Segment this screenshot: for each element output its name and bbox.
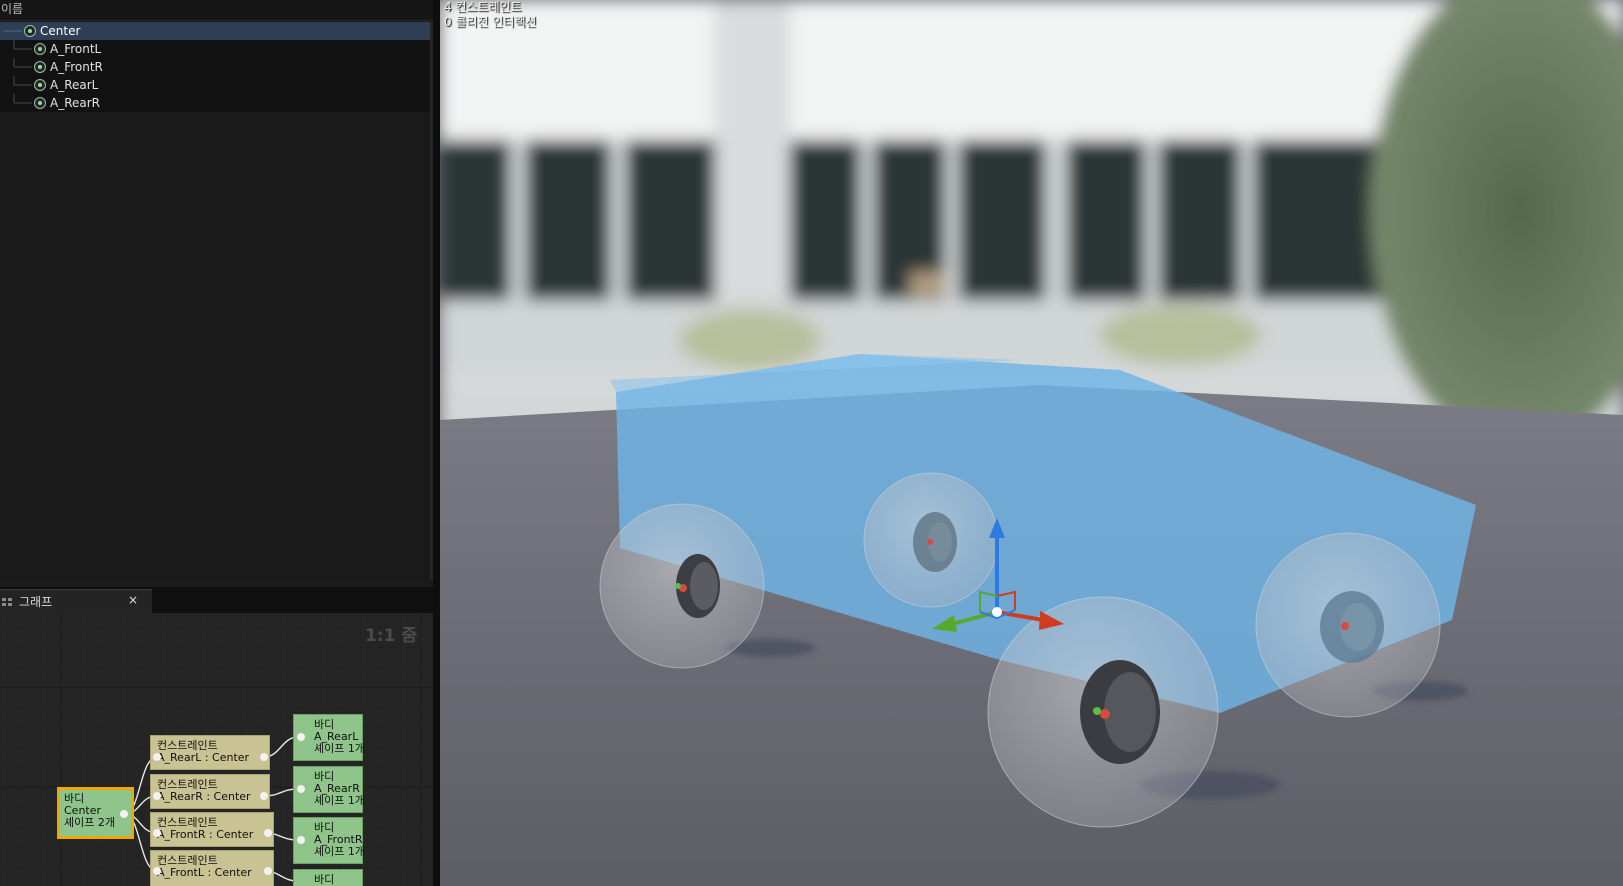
input-pin[interactable] (153, 867, 161, 875)
viewport[interactable]: 4 컨스트레인트 0 콜리전 인터랙션 (440, 0, 1623, 886)
wheel-sphere-front-right[interactable] (1255, 532, 1441, 718)
panel-splitter[interactable] (433, 0, 440, 886)
output-pin[interactable] (260, 753, 268, 761)
input-pin[interactable] (297, 733, 305, 741)
tree-item-a-rearr[interactable]: A_RearR (0, 94, 433, 112)
wheel-sphere-rear-right[interactable] (863, 472, 999, 608)
tree-guide-line (13, 58, 32, 68)
graph-canvas[interactable]: 1:1 줌 바디 Center 셰이프 2개 컨스트레인트 A_RearL : … (0, 613, 433, 886)
node-name: A_FrontR : Center (157, 828, 254, 841)
body-icon (24, 25, 36, 37)
graph-node-constraint-a-frontr[interactable]: 컨스트레인트 A_FrontR : Center (150, 812, 274, 847)
tree-item-label: A_RearR (50, 96, 101, 110)
collision-interaction-count: 0 콜리전 인터랙션 (444, 15, 537, 29)
constraint-count: 4 컨스트레인트 (444, 0, 522, 14)
node-shape-count: 셰이프 2개 (64, 816, 115, 829)
tree-item-label: A_FrontR (50, 60, 103, 74)
node-shape-count: 셰이프 1개 (314, 845, 365, 858)
tree-guide-line (13, 76, 32, 86)
skeleton-tree-panel: 이름 Center A_FrontL A_FrontR A_RearL A_Re… (0, 0, 434, 582)
output-pin[interactable] (120, 810, 128, 818)
input-pin[interactable] (153, 792, 161, 800)
output-pin[interactable] (264, 867, 272, 875)
node-shape-count: 셰이프 1개 (314, 742, 365, 755)
graph-node-constraint-a-rearr[interactable]: 컨스트레인트 A_RearR : Center (150, 774, 270, 809)
input-pin[interactable] (153, 753, 161, 761)
node-shape-count: 셰이프 1개 (314, 794, 365, 807)
body-icon (34, 43, 46, 55)
tree-item-a-rearl[interactable]: A_RearL (0, 76, 433, 94)
tree-item-a-frontr[interactable]: A_FrontR (0, 58, 433, 76)
node-title: 바디 (314, 873, 335, 886)
graph-tab-bar: 그래프 × (0, 587, 433, 613)
tree-column-header: 이름 (0, 0, 434, 21)
body-icon (34, 97, 46, 109)
tree-guide-line (13, 40, 32, 50)
tab-graph-label: 그래프 (19, 595, 53, 609)
graph-node-constraint-a-rearl[interactable]: 컨스트레인트 A_RearL : Center (150, 735, 270, 770)
graph-node-constraint-a-frontl[interactable]: 컨스트레인트 A_FrontL : Center (150, 850, 274, 886)
input-pin[interactable] (297, 836, 305, 844)
graph-icon (2, 598, 12, 606)
input-pin[interactable] (297, 785, 305, 793)
tree-list: Center A_FrontL A_FrontR A_RearL A_RearR (0, 22, 433, 112)
output-pin[interactable] (260, 792, 268, 800)
body-icon (34, 61, 46, 73)
viewport-stats: 4 컨스트레인트 0 콜리전 인터랙션 (444, 0, 537, 30)
wheel-sphere-front-left[interactable] (987, 596, 1219, 828)
tree-item-label: Center (40, 24, 81, 38)
body-icon (34, 79, 46, 91)
tree-item-center[interactable]: Center (0, 22, 433, 40)
wheel-sphere-rear-left[interactable] (599, 503, 765, 669)
graph-node-body-a-frontl[interactable]: 바디 (293, 869, 363, 886)
tab-graph[interactable]: 그래프 × (0, 589, 152, 613)
output-pin[interactable] (264, 829, 272, 837)
viewport-scene (440, 0, 1623, 886)
tree-item-label: A_FrontL (50, 42, 102, 56)
node-name: A_FrontL : Center (157, 866, 252, 879)
tree-guide-line (13, 94, 32, 104)
tree-item-a-frontl[interactable]: A_FrontL (0, 40, 433, 58)
tree-item-label: A_RearL (50, 78, 99, 92)
node-name: A_RearR : Center (157, 790, 251, 803)
close-icon[interactable]: × (128, 593, 138, 607)
node-name: A_RearL : Center (157, 751, 250, 764)
input-pin[interactable] (153, 829, 161, 837)
